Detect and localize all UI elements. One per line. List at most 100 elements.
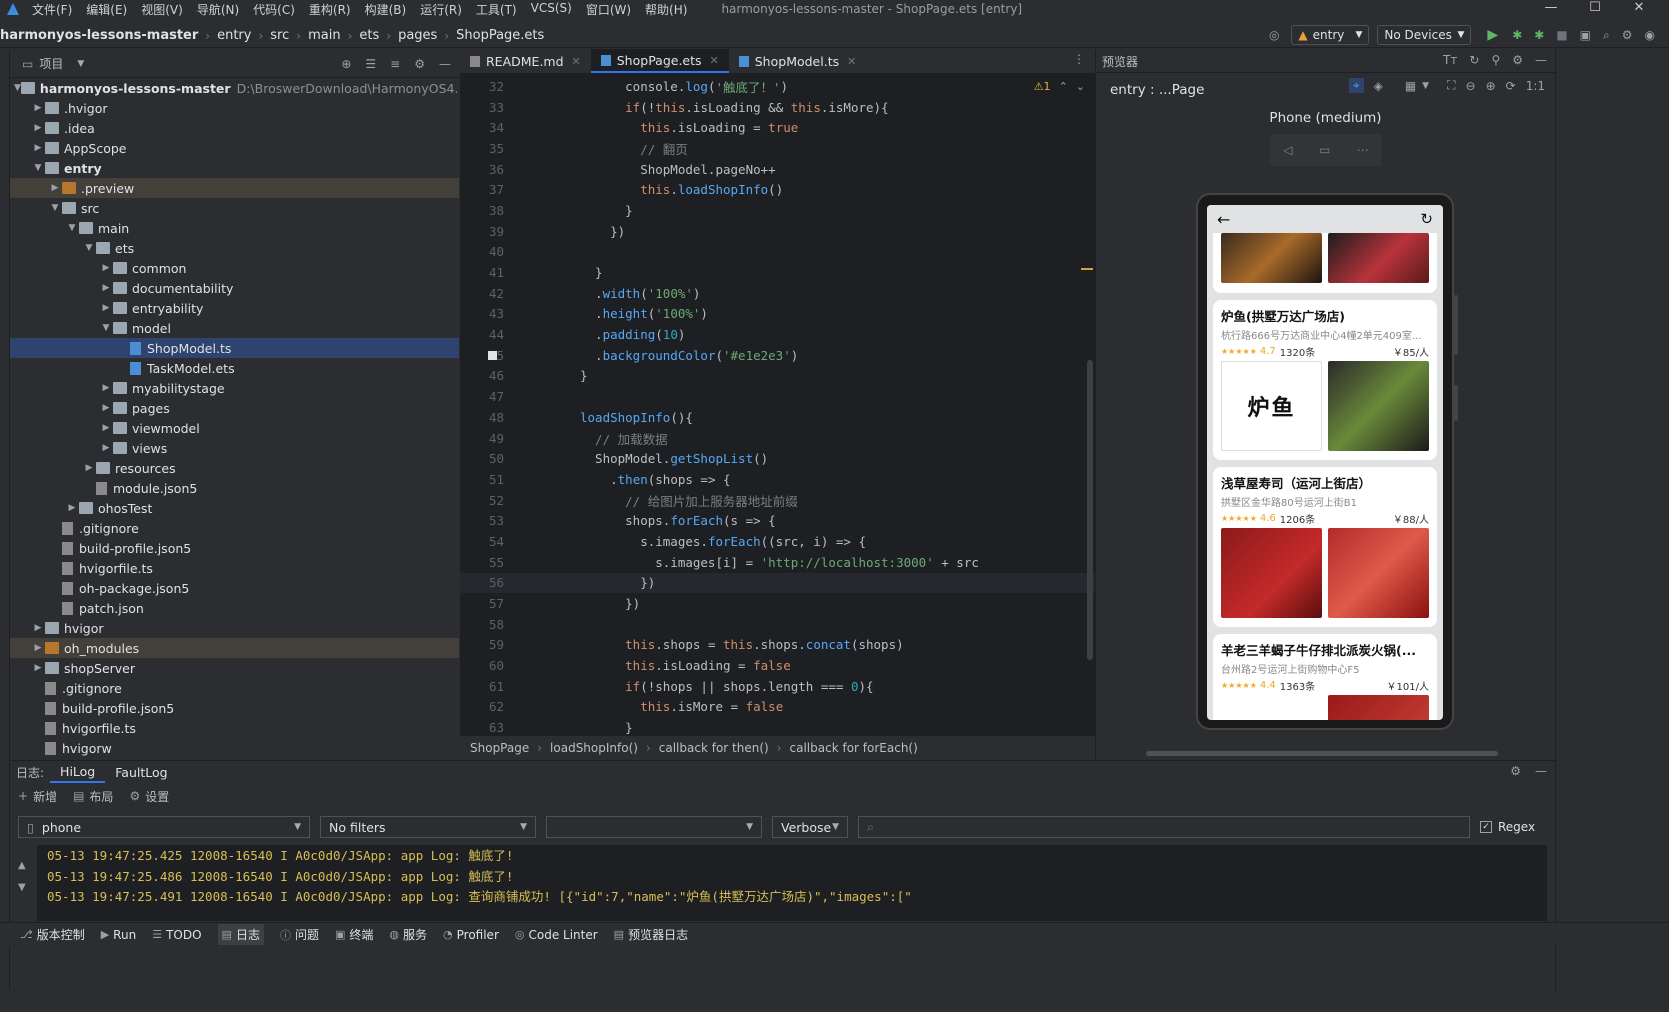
horizontal-scrollbar[interactable] [1146,751,1498,756]
actual-size-icon[interactable]: 1:1 [1526,79,1545,93]
menu-item[interactable]: 视图(V) [141,1,183,18]
breadcrumb-item[interactable]: ShopPage [470,741,529,755]
attach-debug-icon[interactable]: ✱ [1534,28,1544,42]
refresh-icon[interactable]: ↻ [1469,53,1479,67]
chevron-down-icon[interactable]: ▼ [1422,81,1429,91]
menu-item[interactable]: 窗口(W) [586,1,631,18]
breadcrumb-item[interactable]: callback for then() [659,741,769,755]
tree-item[interactable]: hvigorfile.ts [10,718,459,738]
back-arrow-icon[interactable]: ← [1217,210,1230,229]
tool-window-button[interactable]: ◔ Profiler [443,928,499,942]
warning-marker[interactable] [1081,268,1093,270]
tool-window-button[interactable]: ▤ 预览器日志 [614,926,688,943]
tree-item[interactable]: ▶ hvigor [10,618,459,638]
menu-item[interactable]: 重构(R) [309,1,351,18]
project-panel-title[interactable]: 项目 [39,55,63,72]
tree-item[interactable]: ▶ resources [10,458,459,478]
hide-panel-icon[interactable]: — [1535,53,1547,67]
menu-item[interactable]: 构建(B) [365,1,407,18]
locate-icon[interactable]: ⊕ [341,57,351,71]
menu-item[interactable]: 导航(N) [197,1,239,18]
grid-icon[interactable]: ▦ [1405,79,1416,93]
tree-item[interactable]: ▶ myabilitystage [10,378,459,398]
tree-item[interactable]: .gitignore [10,678,459,698]
gear-icon[interactable]: ⚙ [414,57,425,71]
hide-panel-icon[interactable]: — [1535,764,1547,778]
target-icon[interactable]: ◎ [1269,28,1279,42]
menu-item[interactable]: 工具(T) [476,1,517,18]
device-select[interactable]: No Devices ▼ [1377,25,1472,45]
regex-checkbox[interactable]: ✓ [1480,821,1492,833]
tool-window-button[interactable]: ▣ 终端 [335,926,373,943]
tool-window-button[interactable]: ⓘ 问题 [280,926,319,943]
device-filter-select[interactable]: ▯ phone ▼ [18,816,310,838]
breadcrumb-item[interactable]: pages [398,28,437,43]
log-tab[interactable]: FaultLog [105,761,177,783]
tree-item[interactable]: ▼ ets [10,238,459,258]
tree-item[interactable]: ▼ entry [10,158,459,178]
tree-item[interactable]: ▶ .preview [10,178,459,198]
log-action-button[interactable]: + 新增 [18,788,57,805]
hos-icon[interactable]: ◉ [1645,28,1655,42]
menu-item[interactable]: 帮助(H) [645,1,687,18]
breadcrumb-item[interactable]: src [270,28,289,43]
stop-icon[interactable]: ■ [1556,28,1567,42]
close-button[interactable]: ✕ [1617,0,1661,15]
breadcrumb-item[interactable]: harmonyos-lessons-master [0,28,198,43]
debug-icon[interactable]: ✱ [1512,28,1522,42]
zoom-in-icon[interactable]: ⊕ [1486,79,1496,93]
tree-item[interactable]: patch.json [10,598,459,618]
scroll-up-icon[interactable]: ▲ [18,855,26,877]
tree-item[interactable]: hvigorw [10,738,459,758]
font-size-icon[interactable]: Tт [1443,53,1457,67]
gear-icon[interactable]: ⚙ [1512,53,1523,67]
tree-item[interactable]: .gitignore [10,518,459,538]
tree-item[interactable]: ShopModel.ts [10,338,459,358]
shop-card[interactable]: 炉鱼(拱墅万达广场店) 杭行路666号万达商业中心4幢2单元409室... ★★★★… [1213,300,1437,460]
breadcrumb-item[interactable]: main [308,28,340,43]
breadcrumb-item[interactable]: ets [359,28,379,43]
tree-item[interactable]: ▶ .idea [10,118,459,138]
shop-card[interactable]: 浅草屋寿司（运河上街店） 拱墅区金华路80号运河上街B1 ★★★★★ 4.6 1206条… [1213,467,1437,627]
menu-item[interactable]: 代码(C) [253,1,295,18]
close-icon[interactable]: ✕ [710,54,719,67]
editor-tab[interactable]: README.md ✕ [460,49,591,73]
minimize-button[interactable]: — [1529,0,1573,15]
tree-item[interactable]: ▼ src [10,198,459,218]
editor-tab[interactable]: ShopModel.ts ✕ [729,49,867,73]
tree-item[interactable]: ▶ AppScope [10,138,459,158]
log-action-button[interactable]: ▤ 布局 [73,788,113,805]
tree-item[interactable]: ▼ main [10,218,459,238]
tree-item[interactable]: TaskModel.ets [10,358,459,378]
more-icon[interactable]: ⋯ [1357,143,1369,157]
tree-root[interactable]: ▼ harmonyos-lessons-master D:\BroswerDow… [10,78,459,98]
tree-item[interactable]: module.json5 [10,478,459,498]
tree-item[interactable]: ▶ entryability [10,298,459,318]
inspector-icon[interactable]: ⌖ [1348,78,1364,93]
phone-screen[interactable]: ← ↻ 炉鱼(拱墅万达广场店) 杭行路666号万达商业中心4幢2单元409室...… [1207,205,1443,720]
fit-icon[interactable]: ⛶ [1447,78,1455,93]
tree-item[interactable]: ▶ viewmodel [10,418,459,438]
editor-tab[interactable]: ShopPage.ets ✕ [590,49,729,73]
maximize-button[interactable]: ☐ [1573,0,1617,15]
chevron-down-icon[interactable]: ⌄ [1076,80,1085,93]
expand-all-icon[interactable]: ☰ [365,57,376,71]
gear-icon[interactable]: ⚙ [1622,28,1633,42]
layers-icon[interactable]: ◈ [1374,79,1383,93]
log-search-input[interactable]: ⌕ [858,816,1470,838]
log-action-button[interactable]: ⚙ 设置 [129,788,169,805]
breadcrumb-item[interactable]: callback for forEach() [790,741,918,755]
tool-window-button[interactable]: ⎇ 版本控制 [20,926,85,943]
inspection-widget[interactable]: ⚠1 ⌃ ⌄ [1034,80,1085,93]
process-filter-select[interactable]: No filters ▼ [320,816,536,838]
zoom-out-icon[interactable]: ⊖ [1466,79,1476,93]
chevron-down-icon[interactable]: ▼ [77,59,84,69]
tool-window-button[interactable]: ◎ Code Linter [515,928,598,942]
package-filter-select[interactable]: ▼ [546,816,762,838]
tree-item[interactable]: ▶ ohosTest [10,498,459,518]
device-manager-icon[interactable]: ▣ [1580,28,1591,42]
tool-window-button[interactable]: ▤ 日志 [217,924,264,945]
collapse-all-icon[interactable]: ≡ [390,57,400,71]
shop-card-partial[interactable] [1213,233,1437,293]
gear-icon[interactable]: ⚙ [1510,764,1521,778]
